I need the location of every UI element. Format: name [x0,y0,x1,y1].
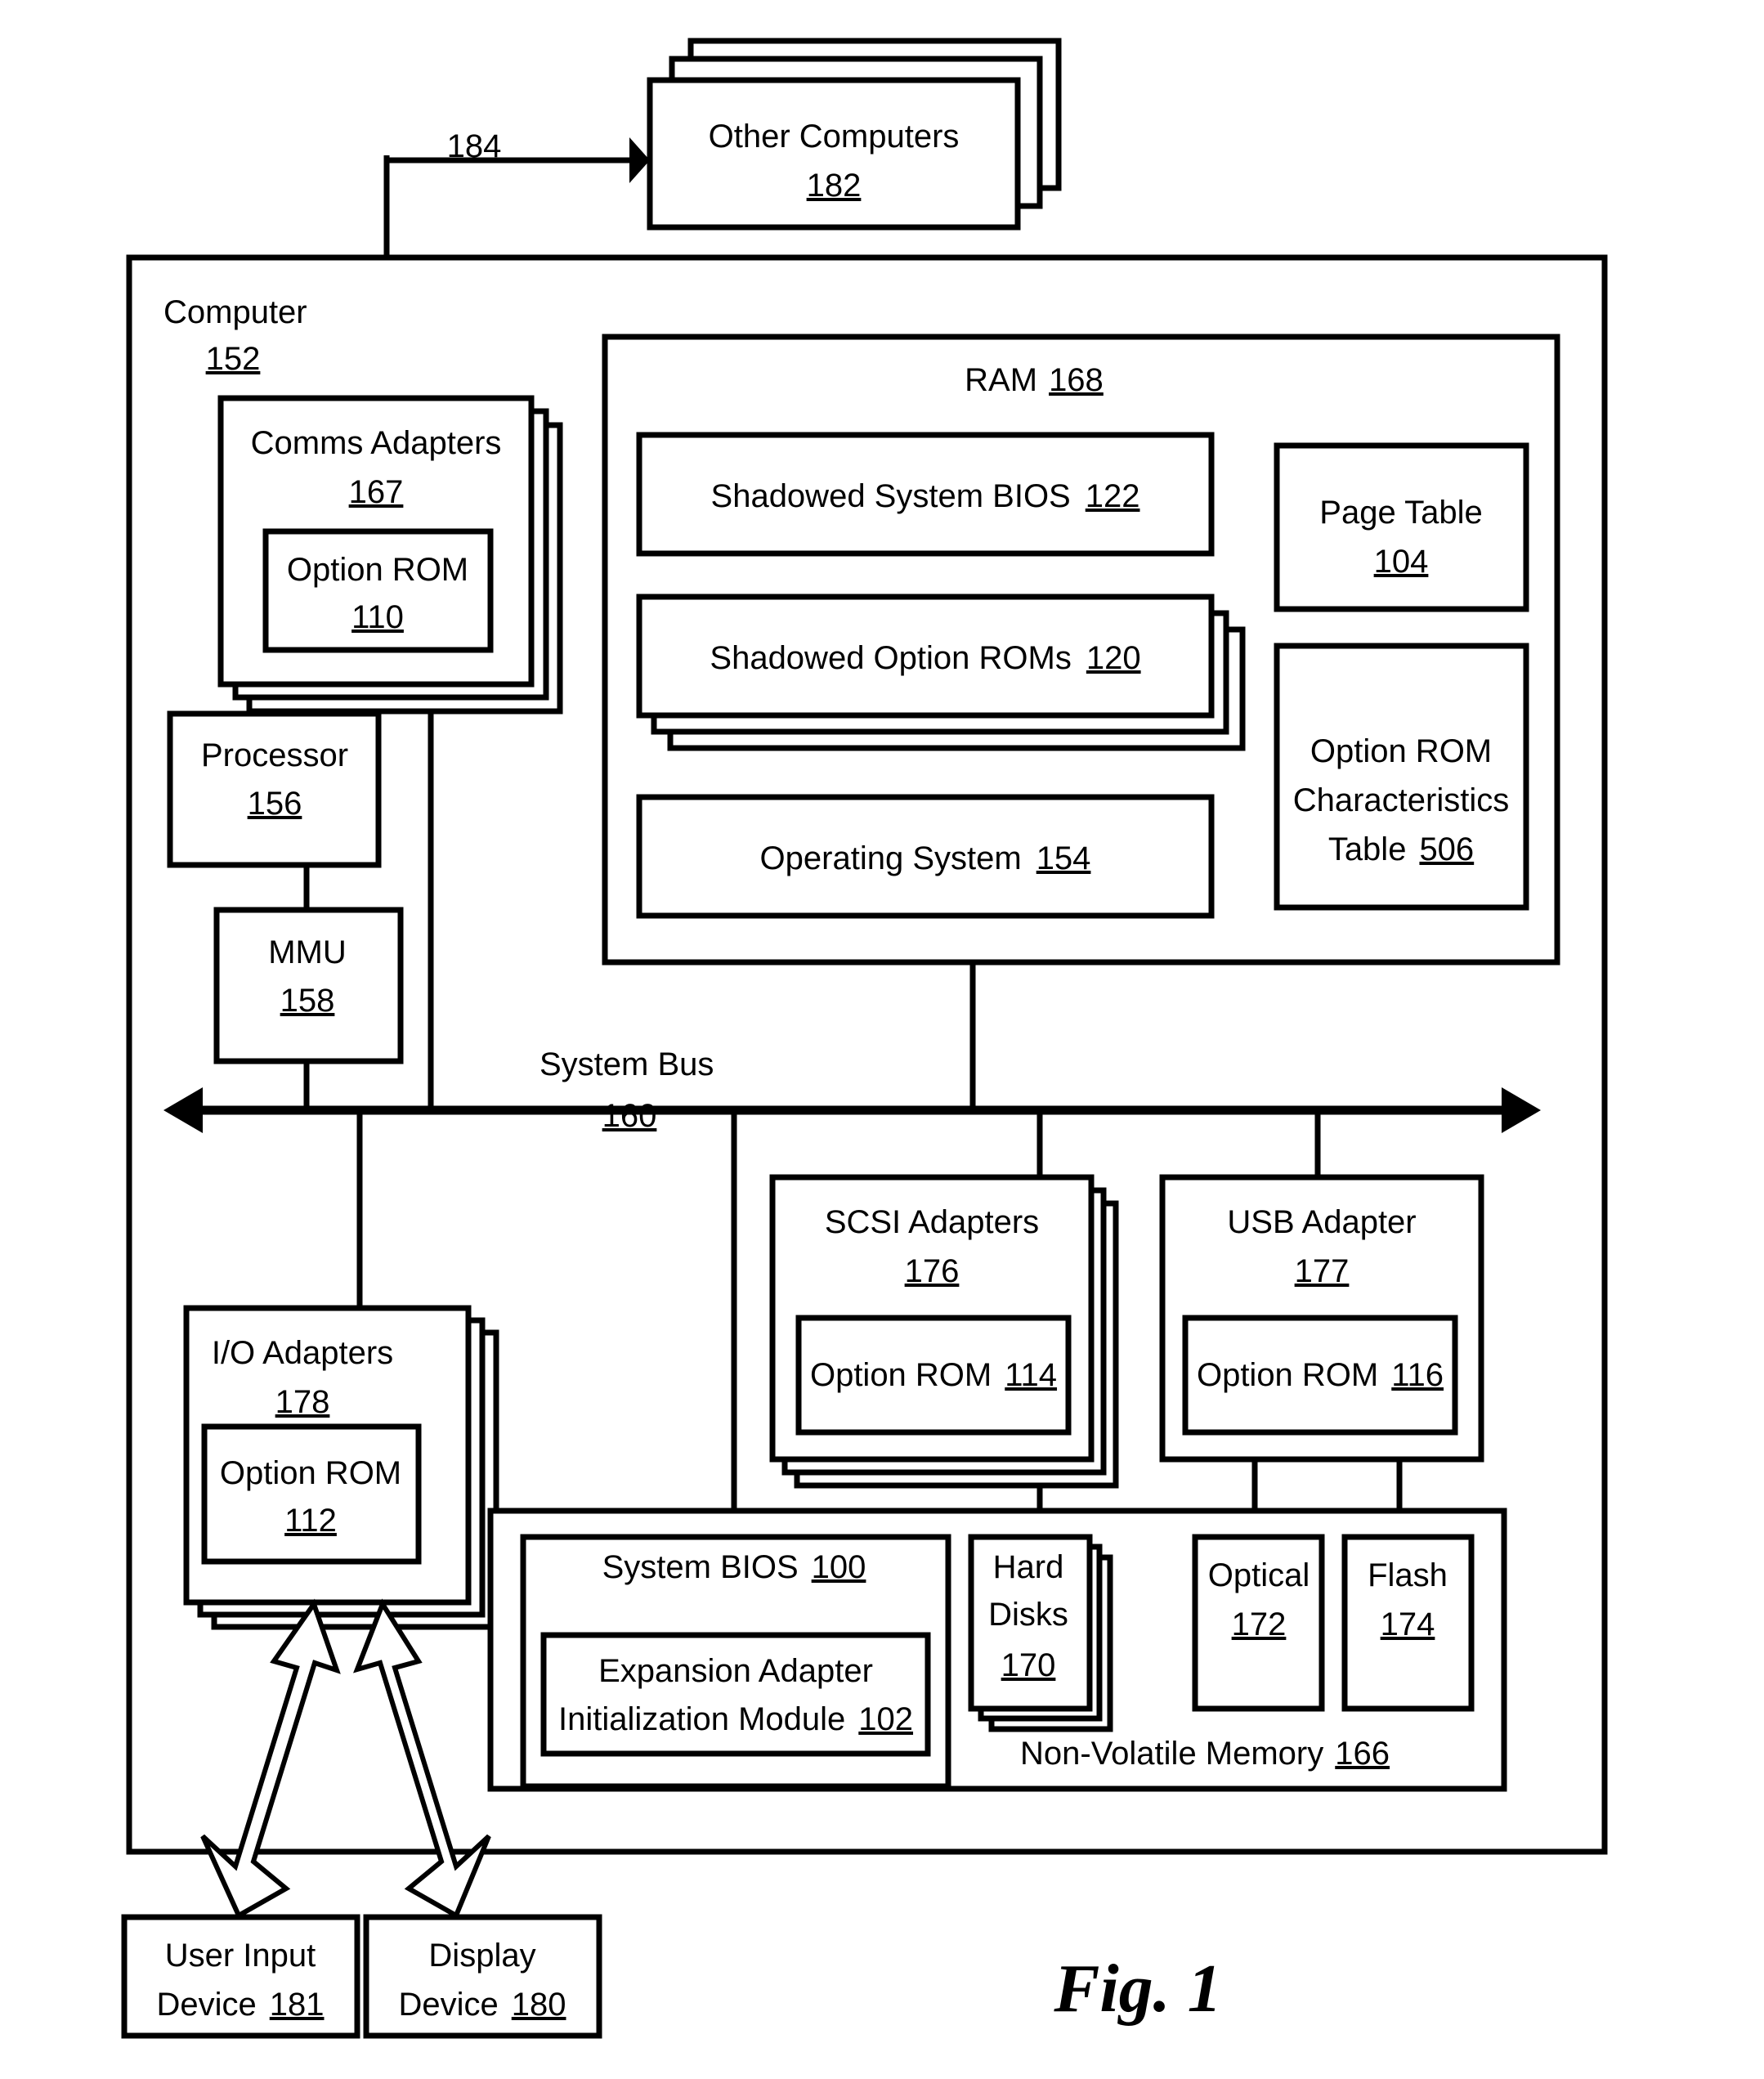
link-184-label: 184 [447,128,502,164]
option-rom-characteristics-table-box [1274,643,1529,911]
orct-line1: Option ROM [1310,733,1492,769]
processor-label: Processor [201,737,348,773]
hard-disks-ref: 170 [1001,1647,1056,1683]
scsi-adapters-ref: 176 [905,1253,960,1289]
hard-disks-line1: Hard [993,1549,1064,1585]
comms-option-rom-ref: 110 [351,599,404,635]
system-bios-title: System BIOS 100 [602,1549,866,1585]
orct-line2: Characteristics [1293,782,1510,818]
comms-option-rom-label: Option ROM [287,552,468,588]
usb-adapter-ref: 177 [1295,1253,1350,1289]
computer-ref: 152 [206,341,261,377]
io-adapters-ref: 178 [275,1384,330,1420]
page-table-label: Page Table [1319,495,1482,531]
orct-line3: Table 506 [1328,831,1474,867]
flash-ref: 174 [1381,1606,1435,1642]
display-device-line1: Display [428,1938,535,1974]
other-computers-label: Other Computers [709,119,960,155]
optical-ref: 172 [1232,1606,1287,1642]
other-computers-ref: 182 [807,168,862,204]
mmu-label: MMU [268,934,347,970]
scsi-adapters-label: SCSI Adapters [825,1204,1039,1240]
ram-title: RAM 168 [965,362,1104,398]
mmu-ref: 158 [280,983,335,1019]
optical-label: Optical [1208,1557,1310,1593]
comms-adapters-ref: 167 [349,474,404,510]
comms-adapters-label: Comms Adapters [251,425,502,461]
user-input-device-line2: Device 181 [156,1987,324,2023]
display-device-line2: Device 180 [398,1987,566,2023]
figure-canvas: 184 Other Computers 182 Computer 152 Com… [121,38,1608,2039]
io-adapters-label: I/O Adapters [212,1335,393,1371]
eaim-line1: Expansion Adapter [598,1653,873,1689]
usb-option-rom-title: Option ROM 116 [1197,1357,1444,1393]
hard-disks-line2: Disks [988,1597,1068,1633]
patent-figure-page: 184 Other Computers 182 Computer 152 Com… [0,0,1764,2079]
link-184-arrowhead-right [629,137,650,183]
page-table-ref: 104 [1374,544,1429,580]
system-bus-ref: 160 [602,1098,657,1134]
scsi-option-rom-title: Option ROM 114 [810,1357,1057,1393]
usb-adapter-label: USB Adapter [1227,1204,1416,1240]
eaim-line2: Initialization Module 102 [558,1701,913,1737]
operating-system-title: Operating System 154 [760,840,1091,876]
computer-label: Computer [163,294,307,330]
flash-label: Flash [1368,1557,1448,1593]
io-option-rom-ref: 112 [284,1503,337,1539]
io-option-rom-label: Option ROM [220,1455,401,1491]
figure-caption: Fig. 1 [1053,1951,1221,2027]
processor-ref: 156 [248,786,302,822]
system-bus-label: System Bus [539,1046,714,1082]
io-option-rom-box [201,1423,422,1565]
user-input-device-line1: User Input [165,1938,316,1974]
